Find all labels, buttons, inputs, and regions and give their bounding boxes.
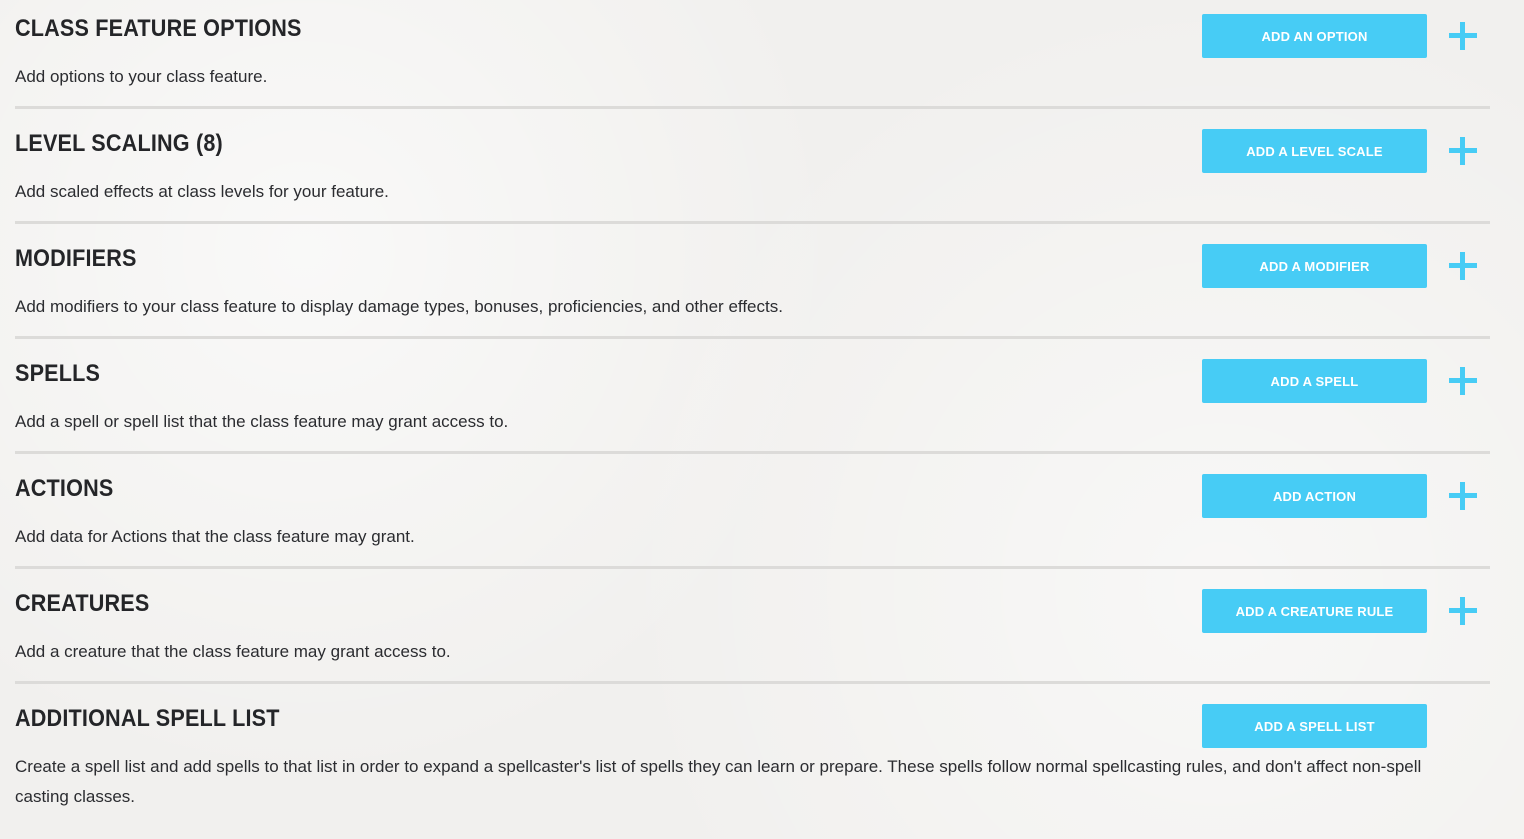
section-title: LEVEL SCALING (8) bbox=[15, 130, 223, 157]
plus-icon[interactable] bbox=[1449, 597, 1477, 625]
section-actions: ACTIONS Add data for Actions that the cl… bbox=[15, 467, 1490, 562]
add-creature-rule-button[interactable]: ADD A CREATURE RULE bbox=[1202, 589, 1427, 633]
section-class-feature-options: CLASS FEATURE OPTIONS Add options to you… bbox=[15, 7, 1490, 102]
section-divider bbox=[15, 566, 1490, 569]
section-description: Add scaled effects at class levels for y… bbox=[15, 182, 389, 201]
section-description: Add a spell or spell list that the class… bbox=[15, 412, 509, 431]
section-divider bbox=[15, 681, 1490, 684]
plus-icon[interactable] bbox=[1449, 367, 1477, 395]
section-modifiers: MODIFIERS Add modifiers to your class fe… bbox=[15, 237, 1490, 332]
section-divider bbox=[15, 106, 1490, 109]
section-level-scaling: LEVEL SCALING (8) Add scaled effects at … bbox=[15, 122, 1490, 217]
section-spells: SPELLS Add a spell or spell list that th… bbox=[15, 352, 1490, 447]
section-title: ADDITIONAL SPELL LIST bbox=[15, 705, 280, 732]
class-feature-settings-page: CLASS FEATURE OPTIONS Add options to you… bbox=[0, 0, 1524, 839]
section-description: Add options to your class feature. bbox=[15, 67, 268, 86]
add-spell-button[interactable]: ADD A SPELL bbox=[1202, 359, 1427, 403]
add-action-button[interactable]: ADD ACTION bbox=[1202, 474, 1427, 518]
section-divider bbox=[15, 336, 1490, 339]
plus-icon[interactable] bbox=[1449, 137, 1477, 165]
add-level-scale-button[interactable]: ADD A LEVEL SCALE bbox=[1202, 129, 1427, 173]
section-title: MODIFIERS bbox=[15, 245, 137, 272]
section-additional-spell-list: ADDITIONAL SPELL LIST Create a spell lis… bbox=[15, 697, 1490, 827]
add-spell-list-button[interactable]: ADD A SPELL LIST bbox=[1202, 704, 1427, 748]
plus-icon[interactable] bbox=[1449, 22, 1477, 50]
section-title: CREATURES bbox=[15, 590, 150, 617]
section-description: Create a spell list and add spells to th… bbox=[15, 757, 1422, 806]
plus-icon[interactable] bbox=[1449, 252, 1477, 280]
plus-icon[interactable] bbox=[1449, 482, 1477, 510]
add-option-button[interactable]: ADD AN OPTION bbox=[1202, 14, 1427, 58]
section-creatures: CREATURES Add a creature that the class … bbox=[15, 582, 1490, 677]
section-divider bbox=[15, 221, 1490, 224]
section-divider bbox=[15, 451, 1490, 454]
section-description: Add data for Actions that the class feat… bbox=[15, 527, 415, 546]
section-title: CLASS FEATURE OPTIONS bbox=[15, 15, 302, 42]
add-modifier-button[interactable]: ADD A MODIFIER bbox=[1202, 244, 1427, 288]
section-title: ACTIONS bbox=[15, 475, 114, 502]
section-title: SPELLS bbox=[15, 360, 101, 387]
section-description: Add modifiers to your class feature to d… bbox=[15, 297, 783, 316]
section-description: Add a creature that the class feature ma… bbox=[15, 642, 451, 661]
